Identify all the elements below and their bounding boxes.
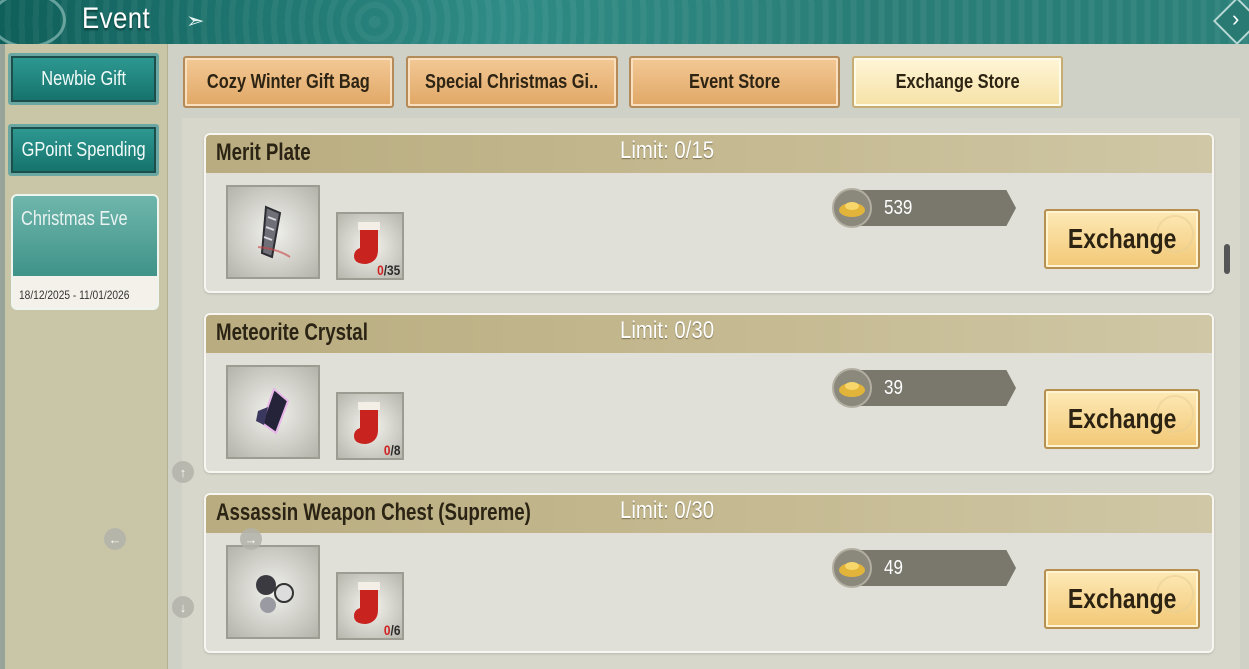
gold-ingot-icon — [832, 368, 872, 408]
item-name: Merit Plate — [216, 139, 311, 166]
chevron-right-icon[interactable]: › — [1232, 6, 1239, 32]
scrollbar-thumb[interactable] — [1224, 244, 1230, 274]
exchange-label: Exchange — [1067, 223, 1177, 254]
christmas-sock-icon[interactable]: 0/6 — [336, 572, 404, 640]
tab-label: Special Christmas Gi.. — [425, 70, 599, 93]
list-item: Meteorite Crystal Limit: 0/30 0/8 39 Exc… — [204, 313, 1214, 473]
arrow-down-icon[interactable]: ↓ — [172, 596, 194, 618]
sock-count: 0/35 — [377, 262, 400, 278]
price-value: 539 — [884, 197, 913, 219]
sidebar-item-gpoint-spending[interactable]: GPoint Spending — [8, 124, 159, 176]
tab-label: Cozy Winter Gift Bag — [207, 70, 370, 93]
christmas-sock-icon[interactable]: 0/35 — [336, 212, 404, 280]
exchange-label: Exchange — [1067, 583, 1177, 614]
tab-event-store[interactable]: Event Store — [629, 56, 840, 108]
exchange-button[interactable]: Exchange — [1044, 209, 1200, 269]
exchange-button[interactable]: Exchange — [1044, 569, 1200, 629]
price-bar — [856, 550, 1016, 586]
event-card-title: Christmas Eve — [21, 208, 128, 230]
tab-special-christmas-gift[interactable]: Special Christmas Gi.. — [406, 56, 618, 108]
weapon-chest-icon[interactable] — [226, 545, 320, 639]
exchange-label: Exchange — [1067, 403, 1177, 434]
sock-count: 0/8 — [383, 442, 400, 458]
ornament-icon — [0, 0, 66, 44]
event-card-dates: 18/12/2025 - 11/01/2026 — [19, 288, 130, 302]
item-limit: Limit: 0/30 — [620, 497, 715, 524]
sock-have: 0 — [383, 442, 391, 458]
gold-ingot-icon — [832, 188, 872, 228]
arrow-up-icon[interactable]: ↑ — [172, 461, 194, 483]
row-header: Assassin Weapon Chest (Supreme) Limit: 0… — [206, 495, 1212, 533]
arrow-right-icon[interactable]: → — [240, 528, 262, 550]
header-bar: Event ➣ › — [0, 0, 1249, 44]
price-bar — [856, 190, 1016, 226]
event-card-banner: Christmas Eve — [13, 196, 157, 276]
sidebar-item-label: Newbie Gift — [41, 67, 126, 90]
row-header: Merit Plate Limit: 0/15 — [206, 135, 1212, 173]
sidebar-item-label: GPoint Spending — [21, 138, 146, 161]
sock-have: 0 — [376, 262, 384, 278]
price-value: 49 — [884, 557, 903, 579]
item-limit: Limit: 0/30 — [620, 317, 715, 344]
arrow-left-icon[interactable]: ← — [104, 528, 126, 550]
sidebar-item-newbie-gift[interactable]: Newbie Gift — [8, 53, 159, 105]
row-header: Meteorite Crystal Limit: 0/30 — [206, 315, 1212, 353]
close-button[interactable] — [1212, 0, 1249, 44]
page-title: Event — [82, 2, 151, 35]
tab-label: Exchange Store — [895, 70, 1020, 93]
gold-ingot-icon — [832, 548, 872, 588]
price-bar — [856, 370, 1016, 406]
tab-label: Event Store — [688, 70, 781, 93]
arrow-right-icon: ➣ — [186, 8, 205, 33]
item-name: Meteorite Crystal — [216, 319, 368, 346]
item-limit: Limit: 0/15 — [620, 137, 715, 164]
meteorite-crystal-icon[interactable] — [226, 365, 320, 459]
price-value: 39 — [884, 377, 903, 399]
exchange-button[interactable]: Exchange — [1044, 389, 1200, 449]
sock-need: /35 — [383, 262, 400, 278]
sock-need: /8 — [390, 442, 400, 458]
item-name: Assassin Weapon Chest (Supreme) — [216, 499, 531, 526]
sock-have: 0 — [383, 622, 391, 638]
sock-need: /6 — [390, 622, 400, 638]
tab-cozy-winter-gift-bag[interactable]: Cozy Winter Gift Bag — [183, 56, 394, 108]
sidebar-item-christmas-eve[interactable]: Christmas Eve 18/12/2025 - 11/01/2026 — [11, 194, 159, 310]
list-item: Assassin Weapon Chest (Supreme) Limit: 0… — [204, 493, 1214, 653]
christmas-sock-icon[interactable]: 0/8 — [336, 392, 404, 460]
tab-exchange-store[interactable]: Exchange Store — [852, 56, 1063, 108]
sock-count: 0/6 — [383, 622, 400, 638]
list-item: Merit Plate Limit: 0/15 0/35 539 Exchang… — [204, 133, 1214, 293]
merit-plate-icon[interactable] — [226, 185, 320, 279]
